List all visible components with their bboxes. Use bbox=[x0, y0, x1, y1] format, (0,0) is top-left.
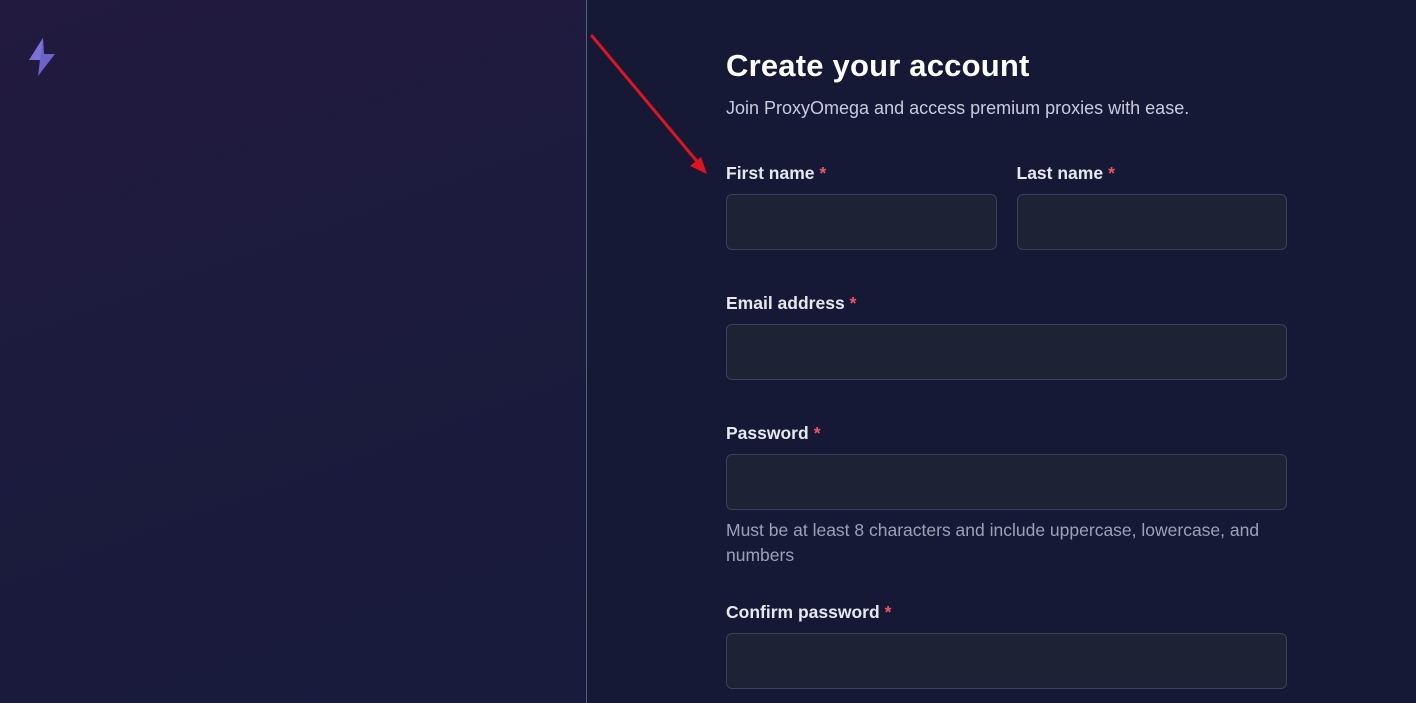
email-field-group: Email address * bbox=[726, 292, 1287, 380]
signup-form: Create your account Join ProxyOmega and … bbox=[726, 46, 1287, 689]
email-label: Email address * bbox=[726, 293, 857, 313]
last-name-label: Last name * bbox=[1016, 163, 1115, 183]
lightning-bolt-icon[interactable] bbox=[26, 37, 58, 77]
page-title: Create your account bbox=[726, 48, 1030, 83]
first-name-input[interactable] bbox=[726, 194, 997, 250]
required-marker: * bbox=[1108, 163, 1115, 183]
password-label: Password * bbox=[726, 423, 821, 443]
email-input[interactable] bbox=[726, 324, 1287, 380]
signup-page: Create your account Join ProxyOmega and … bbox=[0, 0, 1416, 703]
name-row: First name * Last name * bbox=[726, 162, 1287, 250]
confirm-password-field-group: Confirm password * bbox=[726, 601, 1287, 689]
required-marker: * bbox=[849, 293, 857, 313]
required-marker: * bbox=[813, 423, 821, 443]
page-subtitle: Join ProxyOmega and access premium proxi… bbox=[726, 98, 1190, 118]
confirm-password-label: Confirm password * bbox=[726, 602, 892, 622]
first-name-field-group: First name * bbox=[726, 162, 997, 250]
confirm-password-input[interactable] bbox=[726, 633, 1287, 689]
password-hint: Must be at least 8 characters and includ… bbox=[726, 520, 1260, 565]
password-field-group: Password * Must be at least 8 characters … bbox=[726, 422, 1287, 568]
last-name-field-group: Last name * bbox=[1016, 162, 1287, 250]
last-name-input[interactable] bbox=[1016, 194, 1287, 250]
required-marker: * bbox=[884, 602, 892, 622]
password-input[interactable] bbox=[726, 454, 1287, 510]
left-brand-panel bbox=[0, 0, 587, 703]
right-form-panel: Create your account Join ProxyOmega and … bbox=[587, 0, 1416, 703]
required-marker: * bbox=[819, 163, 827, 183]
first-name-label: First name * bbox=[726, 163, 827, 183]
